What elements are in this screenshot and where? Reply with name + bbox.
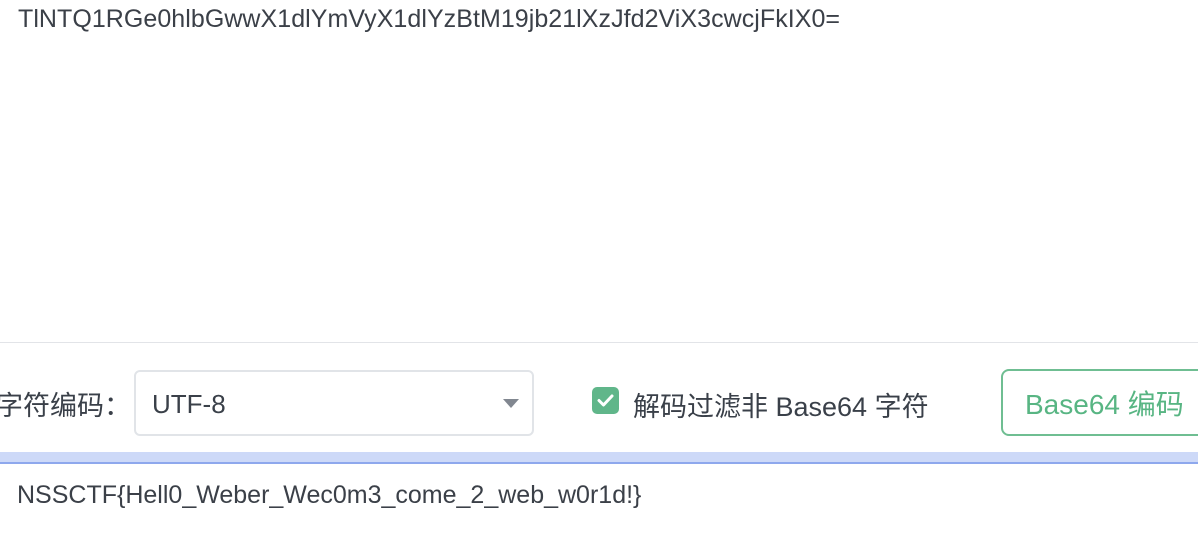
charset-label: 字符编码： xyxy=(0,391,131,421)
check-icon xyxy=(597,394,614,407)
base64-encode-button[interactable]: Base64 编码 xyxy=(1001,369,1198,436)
decoded-output-area[interactable]: NSSCTF{Hell0_Weber_Wec0m3_come_2_web_w0r… xyxy=(0,462,1198,538)
chevron-down-icon xyxy=(503,399,519,408)
filter-non-base64-label[interactable]: 解码过滤非 Base64 字符 xyxy=(633,385,929,424)
base64-input-text[interactable]: TlNTQ1RGe0hlbGwwX1dlYmVyX1dlYzBtM19jb21l… xyxy=(18,5,840,34)
charset-select[interactable]: UTF-8 xyxy=(134,370,534,436)
output-focus-ring xyxy=(0,452,1198,462)
charset-selected-value: UTF-8 xyxy=(152,389,226,419)
filter-non-base64-checkbox[interactable] xyxy=(592,387,619,414)
base64-input-area[interactable]: TlNTQ1RGe0hlbGwwX1dlYmVyX1dlYzBtM19jb21l… xyxy=(0,0,1198,343)
decoded-output-text[interactable]: NSSCTF{Hell0_Weber_Wec0m3_come_2_web_w0r… xyxy=(17,481,641,510)
